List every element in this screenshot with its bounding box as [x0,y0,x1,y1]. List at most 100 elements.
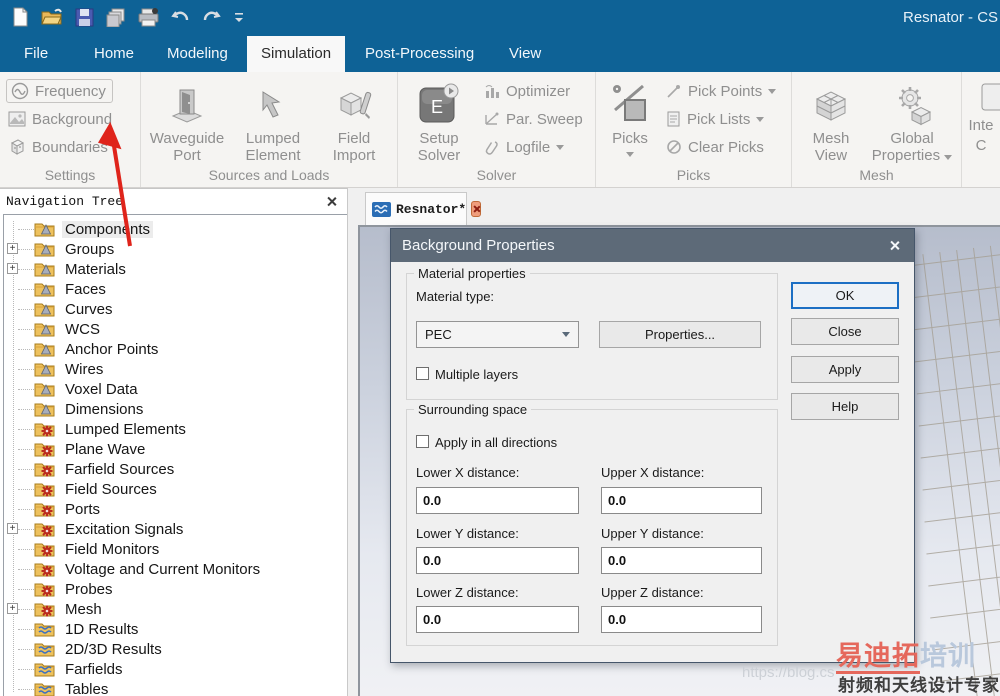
picks-label: Picks [612,130,648,147]
tree-item-field-monitors[interactable]: Field Monitors [4,539,347,559]
ok-button[interactable]: OK [791,282,899,309]
apply-all-directions-checkbox[interactable] [416,435,429,448]
tab-post-processing[interactable]: Post-Processing [361,36,478,72]
pick-points-button[interactable]: Pick Points [666,79,777,103]
watermark-tagline: 射频和天线设计专家 [838,676,1000,695]
cone-folder-icon [34,261,56,277]
picks-dropdown-icon[interactable] [626,152,634,157]
clear-picks-button[interactable]: Clear Picks [666,135,764,159]
upper-x-label: Upper X distance: [601,465,705,480]
partial-label-1[interactable]: Inte [962,116,1000,136]
tree-expander-icon[interactable]: + [7,603,18,614]
lower-z-input[interactable] [416,606,579,633]
tree-item-field-sources[interactable]: Field Sources [4,479,347,499]
partial-label-2[interactable]: C [962,136,1000,156]
save-icon[interactable] [72,5,96,29]
tree-item-farfields[interactable]: Farfields [4,659,347,679]
tree-expander-icon[interactable]: + [7,263,18,274]
tab-file[interactable]: File [20,36,52,72]
apply-button[interactable]: Apply [791,356,899,383]
document-tab-close-icon[interactable] [471,201,482,217]
ribbon-group-partial: Inte C [962,72,1000,187]
tree-item-voltage-and-current-monitors[interactable]: Voltage and Current Monitors [4,559,347,579]
tree-item-curves[interactable]: Curves [4,299,347,319]
upper-x-input[interactable] [601,487,762,514]
logfile-button[interactable]: Logfile [484,135,565,159]
new-document-icon[interactable] [8,5,32,29]
tree-item-materials[interactable]: + Materials [4,259,347,279]
multiple-layers-checkbox[interactable] [416,367,429,380]
dialog-close-icon[interactable] [889,240,900,251]
application-window: Resnator - CS File Home Modeling Simulat… [0,0,1000,696]
tree-expander-icon[interactable]: + [7,523,18,534]
tree-item-1d-results[interactable]: 1D Results [4,619,347,639]
document-tab-resnator[interactable]: Resnator* [365,192,482,225]
global-properties-button[interactable]: Global Properties [866,80,958,164]
tree-item-dimensions[interactable]: Dimensions [4,399,347,419]
upper-z-input[interactable] [601,606,762,633]
tree-item-components[interactable]: Components [4,219,347,239]
tree-item-wcs[interactable]: WCS [4,319,347,339]
mesh-view-button[interactable]: Mesh View [796,80,866,164]
tree-item-label: Field Sources [65,480,157,498]
tree-item-anchor-points[interactable]: Anchor Points [4,339,347,359]
material-properties-group-label: Material properties [414,266,530,281]
picks-button[interactable]: Picks [604,80,656,157]
tree-item-voxel-data[interactable]: Voxel Data [4,379,347,399]
gear-folder-icon [34,601,56,617]
properties-button[interactable]: Properties... [599,321,761,348]
navigation-tree-close-icon[interactable] [326,196,337,207]
tree-item-faces[interactable]: Faces [4,279,347,299]
optimizer-button[interactable]: Optimizer [484,79,570,103]
pick-points-dropdown-icon[interactable] [768,88,777,94]
lumped-element-button[interactable]: Lumped Element [231,80,315,164]
tree-item-plane-wave[interactable]: Plane Wave [4,439,347,459]
print-icon[interactable] [136,5,160,29]
waveguide-port-button[interactable]: Waveguide Port [143,80,231,164]
close-button[interactable]: Close [791,318,899,345]
copy-stack-icon[interactable] [104,5,128,29]
tree-item-mesh[interactable]: + Mesh [4,599,347,619]
tab-modeling[interactable]: Modeling [163,36,232,72]
tree-item-ports[interactable]: Ports [4,499,347,519]
frequency-button[interactable]: Frequency [6,79,113,103]
open-file-icon[interactable] [40,5,64,29]
tree-connector [18,288,34,290]
tab-view[interactable]: View [505,36,545,72]
boundaries-button[interactable]: Boundaries [8,135,108,159]
tree-item-excitation-signals[interactable]: + Excitation Signals [4,519,347,539]
tree-expander-icon[interactable]: + [7,243,18,254]
lower-x-input[interactable] [416,487,579,514]
setup-solver-button[interactable]: E Setup Solver [404,80,474,164]
lower-y-input[interactable] [416,547,579,574]
undo-icon[interactable] [168,5,192,29]
help-button[interactable]: Help [791,393,899,420]
dialog-title: Background Properties [402,237,555,254]
tree-item-probes[interactable]: Probes [4,579,347,599]
redo-icon[interactable] [200,5,224,29]
tree-item-lumped-elements[interactable]: Lumped Elements [4,419,347,439]
tree-item-farfield-sources[interactable]: Farfield Sources [4,459,347,479]
tab-simulation[interactable]: Simulation [247,36,346,72]
tree-item-2d-3d-results[interactable]: 2D/3D Results [4,639,347,659]
tree-connector [18,388,34,390]
par-sweep-button[interactable]: Par. Sweep [484,107,583,131]
pick-lists-dropdown-icon[interactable] [756,116,765,122]
cone-folder-icon [34,321,56,337]
logfile-dropdown-icon[interactable] [556,144,565,150]
tree-item-wires[interactable]: Wires [4,359,347,379]
material-type-select[interactable]: PEC [416,321,579,348]
material-type-label: Material type: [416,289,495,304]
dialog-title-bar[interactable]: Background Properties [391,229,914,262]
tree-connector [18,368,34,370]
tree-item-tables[interactable]: Tables [4,679,347,696]
waves-folder-icon [34,661,56,677]
background-button[interactable]: Background [8,107,112,131]
upper-y-input[interactable] [601,547,762,574]
global-properties-dropdown-icon[interactable] [944,155,953,160]
field-import-button[interactable]: Field Import [315,80,393,164]
customize-toolbar-icon[interactable] [232,5,246,29]
pick-lists-button[interactable]: Pick Lists [666,107,765,131]
tab-home[interactable]: Home [90,36,138,72]
tree-item-groups[interactable]: + Groups [4,239,347,259]
